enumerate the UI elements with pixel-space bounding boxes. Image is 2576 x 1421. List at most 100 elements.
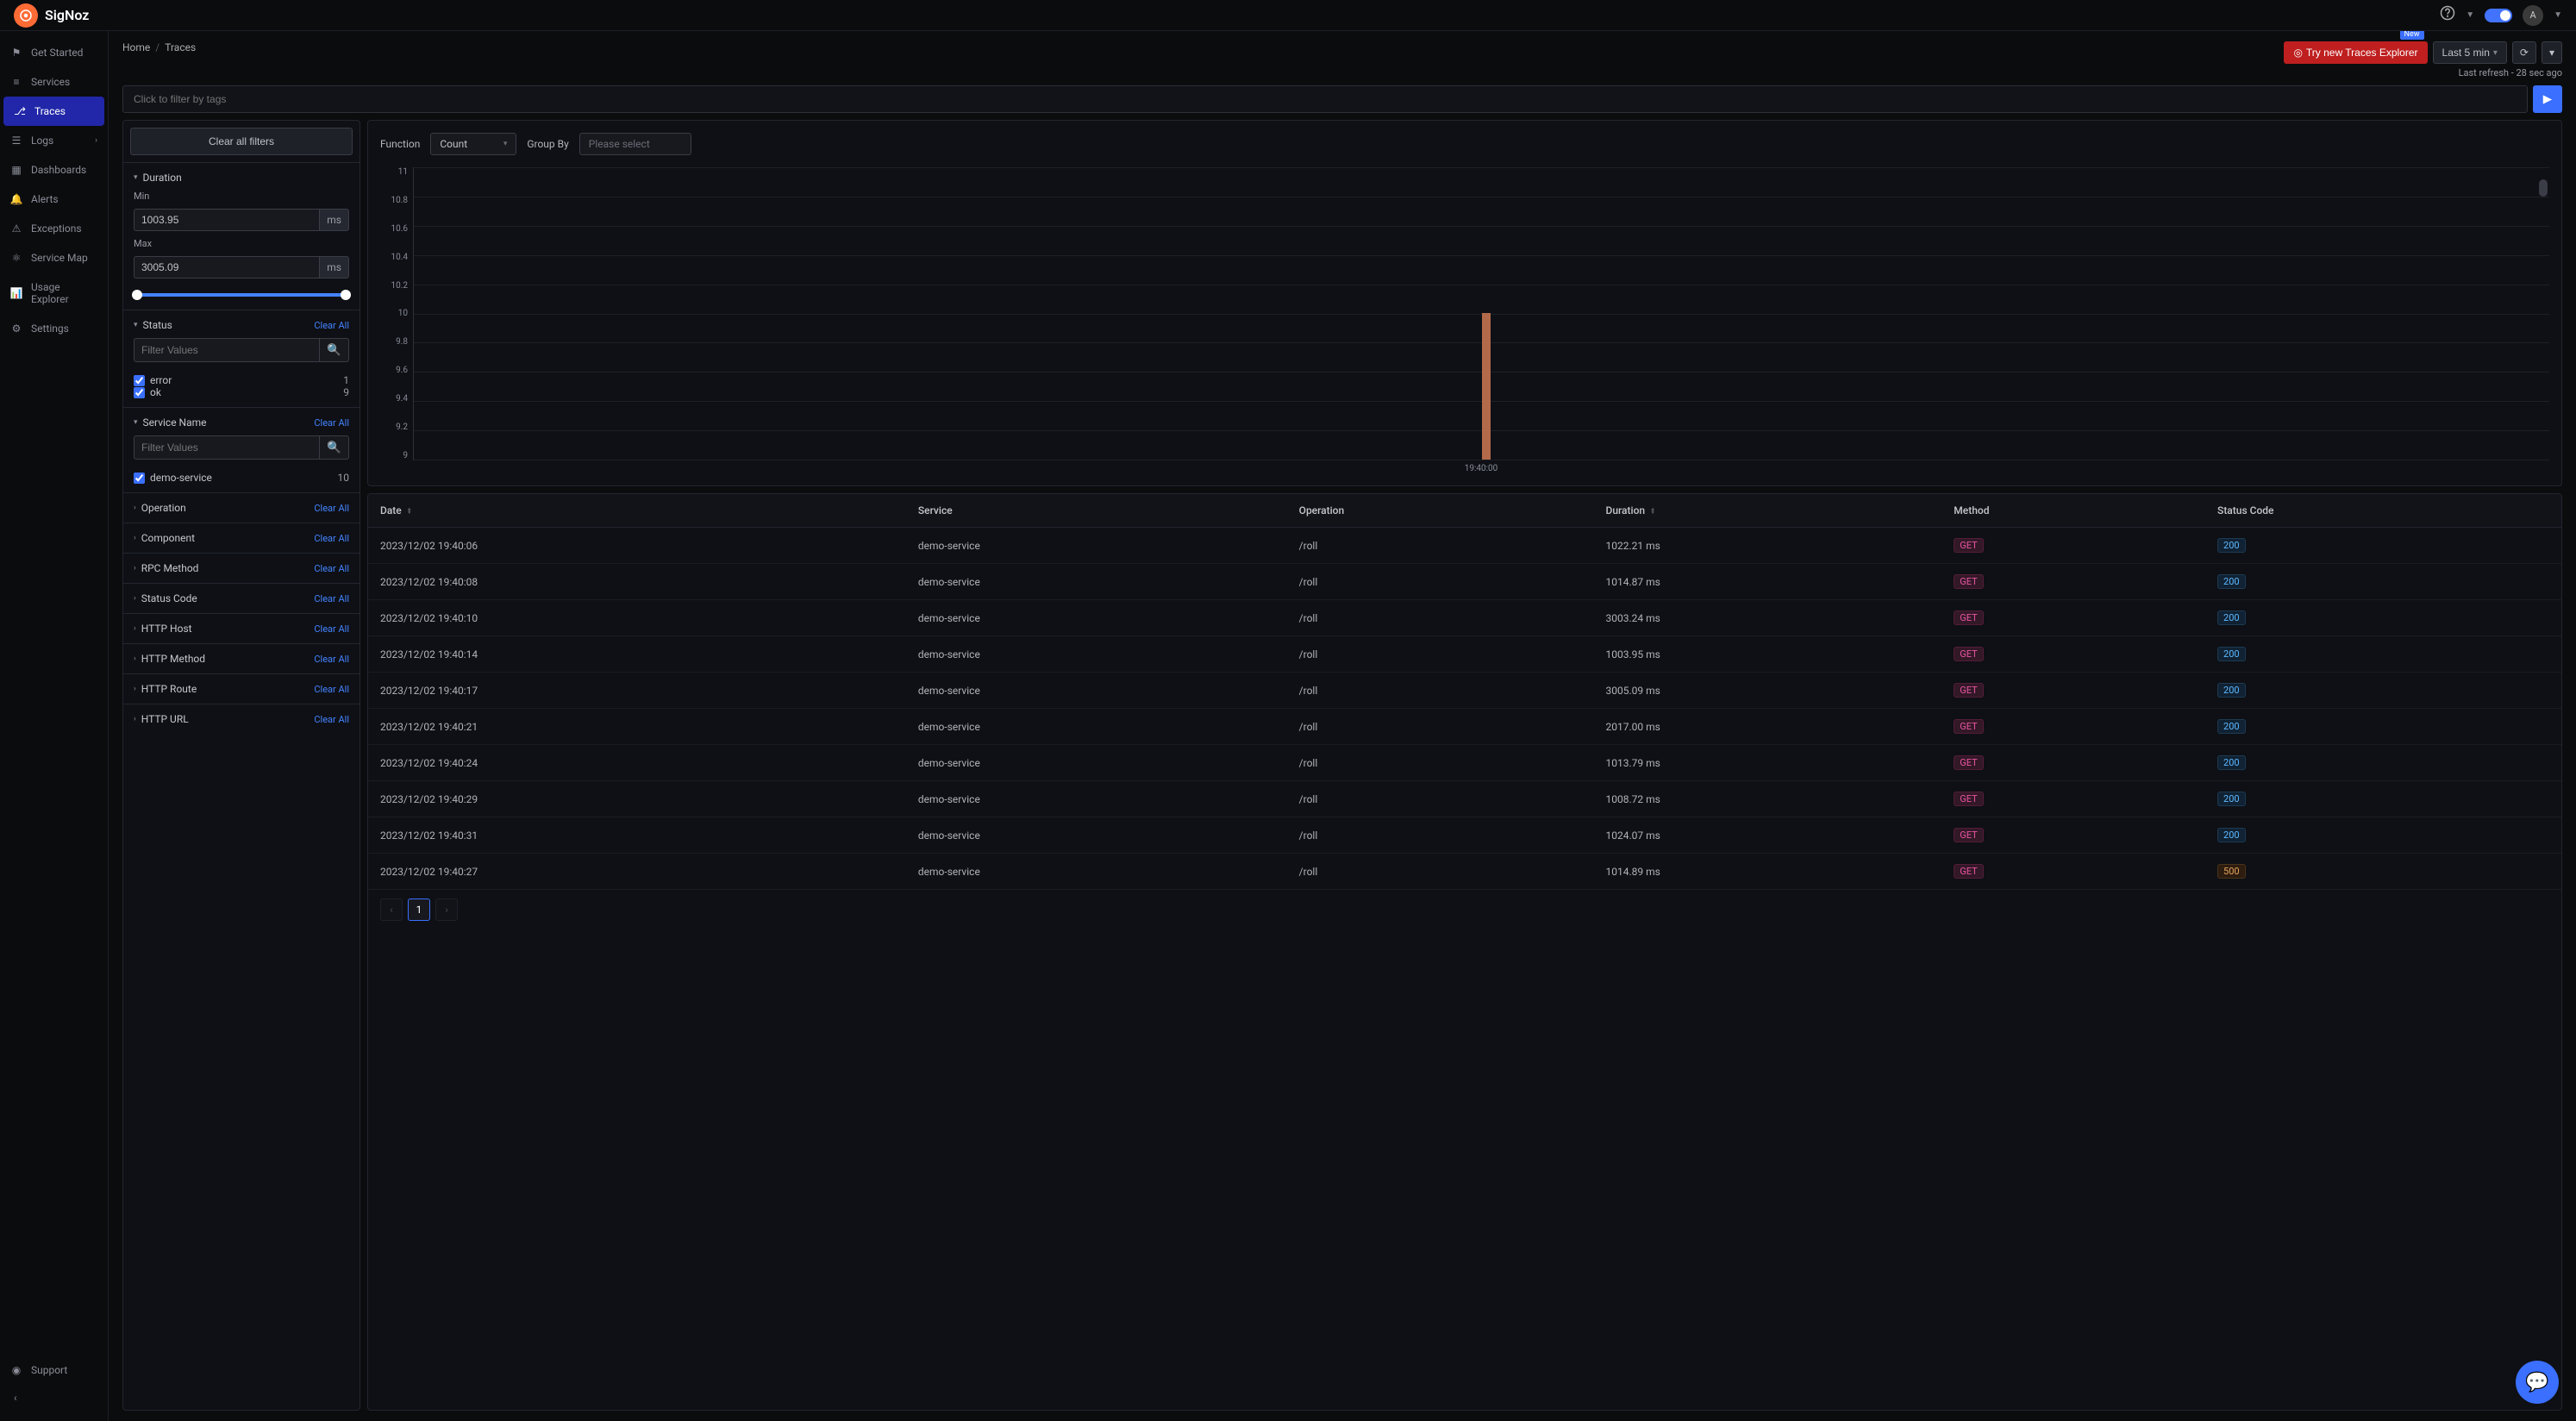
function-select[interactable]: Count ▾ — [430, 133, 516, 155]
clear-rpc-method-link[interactable]: Clear All — [314, 563, 349, 574]
status-code-badge: 200 — [2217, 828, 2246, 842]
page-next-button[interactable]: › — [435, 898, 458, 921]
sidebar-item-get-started[interactable]: ⚑Get Started — [0, 38, 108, 67]
filter-toggle-duration[interactable]: ▾ Duration — [134, 172, 349, 184]
clear-all-filters-button[interactable]: Clear all filters — [130, 128, 353, 155]
table-row[interactable]: 2023/12/02 19:40:21 demo-service /roll 2… — [368, 709, 2561, 745]
sidebar-item-services[interactable]: ≡Services — [0, 67, 108, 97]
filter-toggle-status-code[interactable]: ›Status CodeClear All — [134, 592, 349, 604]
sidebar-item-alerts[interactable]: 🔔Alerts — [0, 185, 108, 214]
status-search-button[interactable]: 🔍 — [320, 338, 349, 362]
table-row[interactable]: 2023/12/02 19:40:29 demo-service /roll 1… — [368, 781, 2561, 817]
checkbox[interactable] — [134, 473, 145, 484]
filter-toggle-service-name[interactable]: ▾ Service Name Clear All — [134, 416, 349, 429]
sidebar-item-exceptions[interactable]: ⚠Exceptions — [0, 214, 108, 243]
cell-status: 200 — [2205, 673, 2561, 709]
sidebar-item-support[interactable]: ◉ Support — [0, 1355, 108, 1385]
chart-y-axis: 1110.810.610.410.2109.89.69.49.29 — [380, 167, 413, 460]
logo[interactable]: SigNoz — [14, 3, 89, 28]
column-duration[interactable]: Duration▲▼ — [1594, 494, 1942, 528]
y-tick: 10.6 — [380, 224, 408, 234]
clear-operation-link[interactable]: Clear All — [314, 503, 349, 514]
sidebar-item-service-map[interactable]: ⚛Service Map — [0, 243, 108, 272]
time-range-select[interactable]: Last 5 min ▾ — [2433, 41, 2507, 64]
checkbox-label: demo-service — [150, 472, 212, 484]
page-number-button[interactable]: 1 — [408, 898, 430, 921]
clear-component-link[interactable]: Clear All — [314, 533, 349, 544]
slider-handle-max[interactable] — [341, 290, 351, 300]
filter-toggle-http-url[interactable]: ›HTTP URLClear All — [134, 713, 349, 725]
service-name-search-input[interactable] — [134, 435, 320, 460]
sidebar-item-traces[interactable]: ⎇Traces — [3, 97, 104, 126]
autorefresh-dropdown-button[interactable]: ▾ — [2542, 41, 2562, 64]
table-row[interactable]: 2023/12/02 19:40:06 demo-service /roll 1… — [368, 528, 2561, 564]
chevron-down-icon: ▾ — [503, 140, 508, 148]
clear-http-route-link[interactable]: Clear All — [314, 684, 349, 695]
service-name-search-button[interactable]: 🔍 — [320, 435, 349, 460]
clear-http-url-link[interactable]: Clear All — [314, 714, 349, 725]
status-search-input[interactable] — [134, 338, 320, 362]
table-row[interactable]: 2023/12/02 19:40:17 demo-service /roll 3… — [368, 673, 2561, 709]
max-duration-input[interactable] — [134, 256, 320, 279]
filter-toggle-component[interactable]: ›ComponentClear All — [134, 532, 349, 544]
clear-status-code-link[interactable]: Clear All — [314, 593, 349, 604]
refresh-button[interactable]: ⟳ — [2512, 41, 2536, 64]
sidebar-item-settings[interactable]: ⚙Settings — [0, 314, 108, 343]
avatar[interactable]: A — [2523, 5, 2543, 26]
chart-plot[interactable] — [413, 167, 2549, 460]
filter-toggle-http-host[interactable]: ›HTTP HostClear All — [134, 623, 349, 635]
help-icon[interactable] — [2440, 5, 2455, 25]
filter-toggle-http-route[interactable]: ›HTTP RouteClear All — [134, 683, 349, 695]
filter-toggle-rpc-method[interactable]: ›RPC MethodClear All — [134, 562, 349, 574]
caret-right-icon: › — [134, 624, 136, 633]
slider-handle-min[interactable] — [132, 290, 142, 300]
help-dropdown-caret-icon[interactable]: ▼ — [2466, 10, 2474, 20]
column-date[interactable]: Date▲▼ — [368, 494, 906, 528]
table-row[interactable]: 2023/12/02 19:40:10 demo-service /roll 3… — [368, 600, 2561, 636]
table-row[interactable]: 2023/12/02 19:40:14 demo-service /roll 1… — [368, 636, 2561, 673]
min-duration-input[interactable] — [134, 209, 320, 231]
table-row[interactable]: 2023/12/02 19:40:31 demo-service /roll 1… — [368, 817, 2561, 854]
breadcrumb-separator: / — [155, 41, 159, 53]
status-filter-ok[interactable]: ok9 — [134, 386, 349, 398]
sort-icon: ▲▼ — [1650, 508, 1655, 515]
caret-down-icon: ▾ — [134, 173, 138, 182]
status-code-badge: 200 — [2217, 647, 2246, 661]
sidebar-item-usage-explorer[interactable]: 📊Usage Explorer — [0, 272, 108, 314]
page-prev-button[interactable]: ‹ — [380, 898, 403, 921]
clear-status-link[interactable]: Clear All — [314, 320, 349, 331]
tag-filter-input[interactable] — [122, 85, 2528, 113]
status-filter-error[interactable]: error1 — [134, 374, 349, 386]
table-row[interactable]: 2023/12/02 19:40:24 demo-service /roll 1… — [368, 745, 2561, 781]
filter-toggle-status[interactable]: ▾ Status Clear All — [134, 319, 349, 331]
collapse-sidebar-button[interactable]: ‹ — [0, 1385, 108, 1411]
chat-support-button[interactable]: 💬 — [2516, 1361, 2559, 1404]
duration-slider[interactable] — [134, 289, 349, 301]
run-query-button[interactable]: ▶ — [2533, 85, 2562, 113]
clear-http-host-link[interactable]: Clear All — [314, 623, 349, 635]
table-row[interactable]: 2023/12/02 19:40:27 demo-service /roll 1… — [368, 854, 2561, 890]
chart-scroll-thumb[interactable] — [2539, 179, 2548, 197]
service-filter-demo-service[interactable]: demo-service10 — [134, 472, 349, 484]
checkbox[interactable] — [134, 387, 145, 398]
breadcrumb-home[interactable]: Home — [122, 41, 150, 53]
user-dropdown-caret-icon[interactable]: ▼ — [2554, 10, 2562, 20]
filter-toggle-http-method[interactable]: ›HTTP MethodClear All — [134, 653, 349, 665]
cell-operation: /roll — [1287, 817, 1594, 854]
clear-http-method-link[interactable]: Clear All — [314, 654, 349, 665]
table-row[interactable]: 2023/12/02 19:40:08 demo-service /roll 1… — [368, 564, 2561, 600]
cell-date: 2023/12/02 19:40:31 — [368, 817, 906, 854]
sidebar-item-logs[interactable]: ☰Logs› — [0, 126, 108, 155]
cell-duration: 1013.79 ms — [1594, 745, 1942, 781]
clear-service-name-link[interactable]: Clear All — [314, 417, 349, 429]
sidebar-item-dashboards[interactable]: ▦Dashboards — [0, 155, 108, 185]
theme-toggle[interactable] — [2485, 9, 2512, 22]
cell-status: 200 — [2205, 600, 2561, 636]
new-badge: New — [2400, 31, 2424, 40]
cell-method: GET — [1941, 854, 2205, 890]
status-code-badge: 200 — [2217, 538, 2246, 553]
filter-toggle-operation[interactable]: ›OperationClear All — [134, 502, 349, 514]
try-new-explorer-button[interactable]: ◎ Try new Traces Explorer — [2284, 41, 2427, 64]
groupby-select[interactable]: Please select — [579, 133, 691, 155]
checkbox[interactable] — [134, 375, 145, 386]
